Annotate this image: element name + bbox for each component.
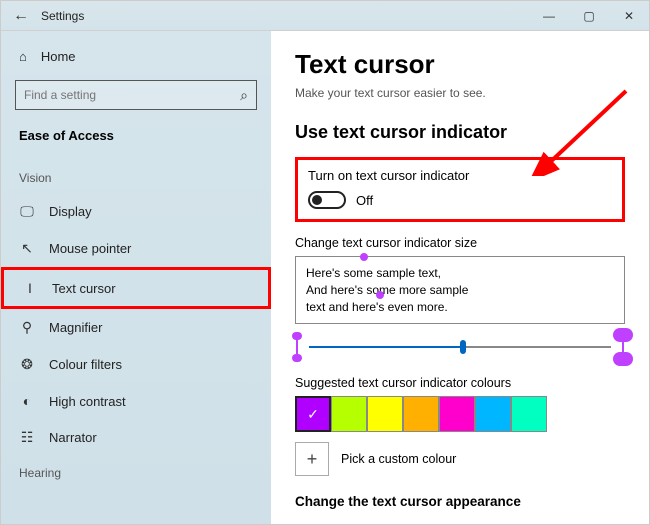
cursor-indicator-top2-icon [376, 291, 384, 299]
sidebar-item-narrator[interactable]: ☷ Narrator [1, 419, 271, 456]
sidebar-item-text-cursor-icon: I [22, 280, 38, 296]
search-icon: ⌕ [240, 87, 248, 104]
toggle-label: Turn on text cursor indicator [308, 168, 612, 183]
page-subtitle: Make your text cursor easier to see. [295, 86, 625, 100]
sidebar-item-mouse-pointer-icon: ↖ [19, 240, 35, 257]
indicator-size-slider[interactable] [309, 346, 611, 348]
colour-swatch[interactable] [403, 396, 439, 432]
cursor-indicator-top-icon [360, 253, 368, 261]
search-box[interactable]: ⌕ [15, 80, 257, 110]
sidebar: ⌂ Home ⌕ Ease of Access Vision 🖵 Display ↖… [1, 31, 271, 524]
maximize-button[interactable]: ▢ [569, 1, 609, 31]
indicator-small-icon [295, 336, 299, 358]
page-title: Text cursor [295, 49, 625, 80]
sidebar-home[interactable]: ⌂ Home [1, 41, 271, 72]
minimize-button[interactable]: — [529, 1, 569, 31]
pick-custom-colour-button[interactable]: + [295, 442, 329, 476]
sidebar-item-colour-filters[interactable]: ❂ Colour filters [1, 346, 271, 383]
colours-label: Suggested text cursor indicator colours [295, 376, 625, 390]
sidebar-item-display-icon: 🖵 [19, 203, 35, 220]
sidebar-item-label: Narrator [49, 430, 97, 445]
sidebar-item-text-cursor[interactable]: I Text cursor [1, 267, 271, 309]
sidebar-item-label: Mouse pointer [49, 241, 131, 256]
colour-swatch[interactable] [439, 396, 475, 432]
app-title: Settings [41, 9, 84, 23]
toggle-state: Off [356, 193, 373, 208]
settings-window: ← Settings — ▢ ✕ ⌂ Home ⌕ Ease of Access… [0, 0, 650, 525]
sidebar-item-narrator-icon: ☷ [19, 429, 35, 446]
sidebar-item-label: Text cursor [52, 281, 116, 296]
sidebar-item-label: High contrast [49, 394, 126, 409]
sidebar-item-magnifier-icon: ⚲ [19, 319, 35, 336]
sidebar-item-label: Display [49, 204, 92, 219]
colour-swatch[interactable]: ✓ [295, 396, 331, 432]
indicator-size-slider-row [295, 332, 625, 362]
search-input[interactable] [24, 88, 240, 102]
sidebar-item-display[interactable]: 🖵 Display [1, 193, 271, 230]
group-hearing: Hearing [1, 456, 271, 488]
content-pane: Text cursor Make your text cursor easier… [271, 31, 649, 524]
colour-swatch[interactable] [331, 396, 367, 432]
sample-text-box: Here's some sample text, And here's some… [295, 256, 625, 324]
back-button[interactable]: ← [1, 7, 41, 25]
section-indicator-heading: Use text cursor indicator [295, 122, 625, 143]
close-button[interactable]: ✕ [609, 1, 649, 31]
sidebar-item-colour-filters-icon: ❂ [19, 356, 35, 373]
group-vision: Vision [1, 161, 271, 193]
sidebar-item-high-contrast-icon: ◐ [19, 393, 35, 409]
sidebar-item-label: Magnifier [49, 320, 102, 335]
colour-swatch[interactable] [475, 396, 511, 432]
titlebar: ← Settings — ▢ ✕ [1, 1, 649, 31]
colour-swatch[interactable] [367, 396, 403, 432]
sidebar-item-magnifier[interactable]: ⚲ Magnifier [1, 309, 271, 346]
toggle-block: Turn on text cursor indicator Off [295, 157, 625, 222]
check-icon: ✓ [307, 406, 319, 423]
section-appearance-heading: Change the text cursor appearance [295, 494, 625, 509]
sidebar-category: Ease of Access [1, 124, 271, 161]
pick-custom-label: Pick a custom colour [341, 452, 456, 466]
sidebar-item-mouse-pointer[interactable]: ↖ Mouse pointer [1, 230, 271, 267]
sidebar-item-label: Colour filters [49, 357, 122, 372]
colour-swatch[interactable] [511, 396, 547, 432]
sidebar-item-high-contrast[interactable]: ◐ High contrast [1, 383, 271, 419]
home-icon: ⌂ [19, 49, 27, 64]
indicator-large-icon [621, 332, 625, 362]
colour-swatches: ✓ [295, 396, 625, 432]
sidebar-home-label: Home [41, 49, 76, 64]
size-label: Change text cursor indicator size [295, 236, 625, 250]
cursor-indicator-toggle[interactable] [308, 191, 346, 209]
